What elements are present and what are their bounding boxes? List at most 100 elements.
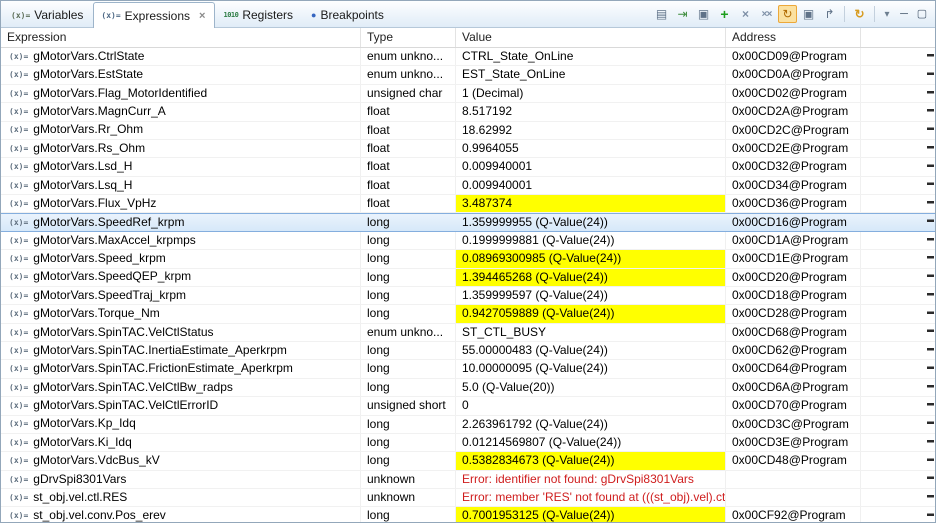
column-header-expression[interactable]: Expression <box>1 28 361 47</box>
expression-value: 3.487374 <box>456 195 726 213</box>
expression-value: 1 (Decimal) <box>456 84 726 103</box>
expression-icon: (x)= <box>9 401 29 411</box>
expression-value: 0.009940001 <box>456 176 726 194</box>
expression-icon: (x)= <box>9 235 29 245</box>
row-filler <box>861 471 935 488</box>
expression-address: 0x00CD2C@Program <box>726 121 861 139</box>
expression-row[interactable]: (x)= gMotorVars.CtrlState enum unkno... … <box>1 48 935 67</box>
expression-row[interactable]: (x)= gMotorVars.Rs_Ohm float 0.9964055 0… <box>1 139 935 159</box>
expressions-icon: (x)= <box>101 11 121 20</box>
expression-row[interactable]: (x)= gMotorVars.SpeedQEP_krpm long 1.394… <box>1 268 935 287</box>
overview-ruler[interactable] <box>927 46 934 522</box>
expression-row[interactable]: (x)= gMotorVars.Lsd_H float 0.009940001 … <box>1 158 935 177</box>
row-filler <box>861 379 935 396</box>
expression-type: float <box>361 139 456 158</box>
expression-address: 0x00CD02@Program <box>726 84 861 103</box>
expression-row[interactable]: (x)= gMotorVars.Flux_VpHz float 3.487374… <box>1 195 935 214</box>
expression-icon: (x)= <box>9 88 29 98</box>
expression-row[interactable]: (x)= gMotorVars.Lsq_H float 0.009940001 … <box>1 176 935 195</box>
expression-value: 1.394465268 (Q-Value(24)) <box>456 268 726 286</box>
expression-row[interactable]: (x)= gMotorVars.MaxAccel_krpmps long 0.1… <box>1 231 935 251</box>
expression-address: 0x00CD68@Program <box>726 323 861 341</box>
expression-row[interactable]: (x)= gMotorVars.Torque_Nm long 0.9427059… <box>1 305 935 324</box>
expression-name: gMotorVars.SpinTAC.FrictionEstimate_Aper… <box>33 361 293 376</box>
expression-name: gMotorVars.VdcBus_kV <box>33 453 160 468</box>
expression-icon: (x)= <box>9 437 29 447</box>
expression-address: 0x00CD3C@Program <box>726 415 861 433</box>
refresh-icon[interactable]: ↻ <box>850 5 869 23</box>
import-expressions-icon[interactable]: ⇥ <box>673 5 692 23</box>
expression-row[interactable]: (x)= gMotorVars.SpeedRef_krpm long 1.359… <box>1 213 935 232</box>
expression-row[interactable]: (x)= gMotorVars.Flag_MotorIdentified uns… <box>1 84 935 104</box>
expression-name: gMotorVars.SpeedQEP_krpm <box>33 269 192 284</box>
expression-icon: (x)= <box>9 382 29 392</box>
expression-value: 55.00000483 (Q-Value(24)) <box>456 342 726 360</box>
remove-all-expressions-icon[interactable]: ×× <box>757 5 776 23</box>
tab-expressions[interactable]: (x)= Expressions × <box>93 2 216 28</box>
view-menu-icon[interactable]: ▾ <box>880 5 894 23</box>
expression-row[interactable]: (x)= gMotorVars.SpinTAC.VelCtlBw_radps l… <box>1 378 935 398</box>
expression-row[interactable]: (x)= st_obj.vel.conv.Pos_erev long 0.700… <box>1 507 935 523</box>
expression-row[interactable]: (x)= gMotorVars.SpinTAC.VelCtlStatus enu… <box>1 323 935 342</box>
expression-address: 0x00CD36@Program <box>726 195 861 213</box>
expression-row[interactable]: (x)= gMotorVars.SpinTAC.VelCtlErrorID un… <box>1 397 935 416</box>
expression-icon: (x)= <box>9 492 29 502</box>
expression-type: unsigned short <box>361 397 456 415</box>
expression-type: long <box>361 286 456 305</box>
expression-address: 0x00CF92@Program <box>726 507 861 522</box>
minimize-icon[interactable]: ─ <box>896 5 912 23</box>
expression-row[interactable]: (x)= gMotorVars.MagnCurr_A float 8.51719… <box>1 103 935 122</box>
expression-type: long <box>361 433 456 452</box>
tab-variables[interactable]: (x)= Variables <box>3 2 93 27</box>
expression-row[interactable]: (x)= gMotorVars.Ki_Idq long 0.0121456980… <box>1 433 935 453</box>
expression-row[interactable]: (x)= st_obj.vel.ctl.RES unknown Error: m… <box>1 489 935 508</box>
expression-row[interactable]: (x)= gMotorVars.Rr_Ohm float 18.62992 0x… <box>1 121 935 140</box>
export-expressions-icon[interactable]: ↱ <box>820 5 839 23</box>
expression-address <box>726 489 861 507</box>
expression-row[interactable]: (x)= gMotorVars.EstState enum unkno... E… <box>1 66 935 85</box>
close-tab-icon[interactable]: × <box>199 10 205 22</box>
expression-type: float <box>361 121 456 139</box>
expression-row[interactable]: (x)= gMotorVars.Speed_krpm long 0.089693… <box>1 250 935 269</box>
expression-row[interactable]: (x)= gMotorVars.VdcBus_kV long 0.5382834… <box>1 452 935 471</box>
expression-value: 0.009940001 <box>456 158 726 176</box>
row-filler <box>861 140 935 157</box>
tab-registers[interactable]: 1010 Registers <box>215 2 303 27</box>
expression-value: 5.0 (Q-Value(20)) <box>456 378 726 397</box>
expression-row[interactable]: (x)= gMotorVars.SpinTAC.InertiaEstimate_… <box>1 342 935 361</box>
expression-name: st_obj.vel.conv.Pos_erev <box>33 508 166 523</box>
view-tabbar: (x)= Variables (x)= Expressions × 1010 Registe… <box>1 1 935 28</box>
row-filler <box>861 269 935 286</box>
row-filler <box>861 85 935 102</box>
expression-name: gMotorVars.SpinTAC.VelCtlStatus <box>33 324 214 339</box>
row-filler <box>861 214 935 230</box>
tab-breakpoints[interactable]: ● Breakpoints <box>303 2 394 27</box>
column-header-filler <box>861 28 935 47</box>
expression-row[interactable]: (x)= gMotorVars.SpeedTraj_krpm long 1.35… <box>1 286 935 306</box>
expression-name: gMotorVars.SpinTAC.VelCtlBw_radps <box>33 379 233 394</box>
row-filler <box>861 232 935 249</box>
expression-value: 0.9427059889 (Q-Value(24)) <box>456 305 726 323</box>
remove-expression-icon[interactable]: × <box>736 5 755 23</box>
expression-value: 0.01214569807 (Q-Value(24)) <box>456 433 726 452</box>
new-view-icon[interactable]: ▣ <box>694 5 713 23</box>
expression-type: long <box>361 507 456 522</box>
expression-name: gMotorVars.Flag_MotorIdentified <box>33 85 208 100</box>
column-header-type[interactable]: Type <box>361 28 456 47</box>
registers-icon: 1010 <box>223 11 239 19</box>
expression-address: 0x00CD64@Program <box>726 360 861 378</box>
expression-type: unsigned char <box>361 84 456 103</box>
column-header-value[interactable]: Value <box>456 28 726 47</box>
layout-icon[interactable]: ▤ <box>652 5 671 23</box>
expression-row[interactable]: (x)= gDrvSpi8301Vars unknown Error: iden… <box>1 470 935 489</box>
expression-row[interactable]: (x)= gMotorVars.SpinTAC.FrictionEstimate… <box>1 360 935 379</box>
expression-icon: (x)= <box>9 107 29 117</box>
expression-row[interactable]: (x)= gMotorVars.Kp_Idq long 2.263961792 … <box>1 415 935 434</box>
add-expression-icon[interactable]: + <box>715 5 734 23</box>
expression-icon: (x)= <box>9 290 29 300</box>
copy-expressions-icon[interactable]: ▣ <box>799 5 818 23</box>
expression-value: EST_State_OnLine <box>456 66 726 84</box>
column-header-address[interactable]: Address <box>726 28 861 47</box>
continuous-refresh-icon[interactable]: ↻ <box>778 5 797 23</box>
maximize-icon[interactable]: ▢ <box>914 5 930 23</box>
